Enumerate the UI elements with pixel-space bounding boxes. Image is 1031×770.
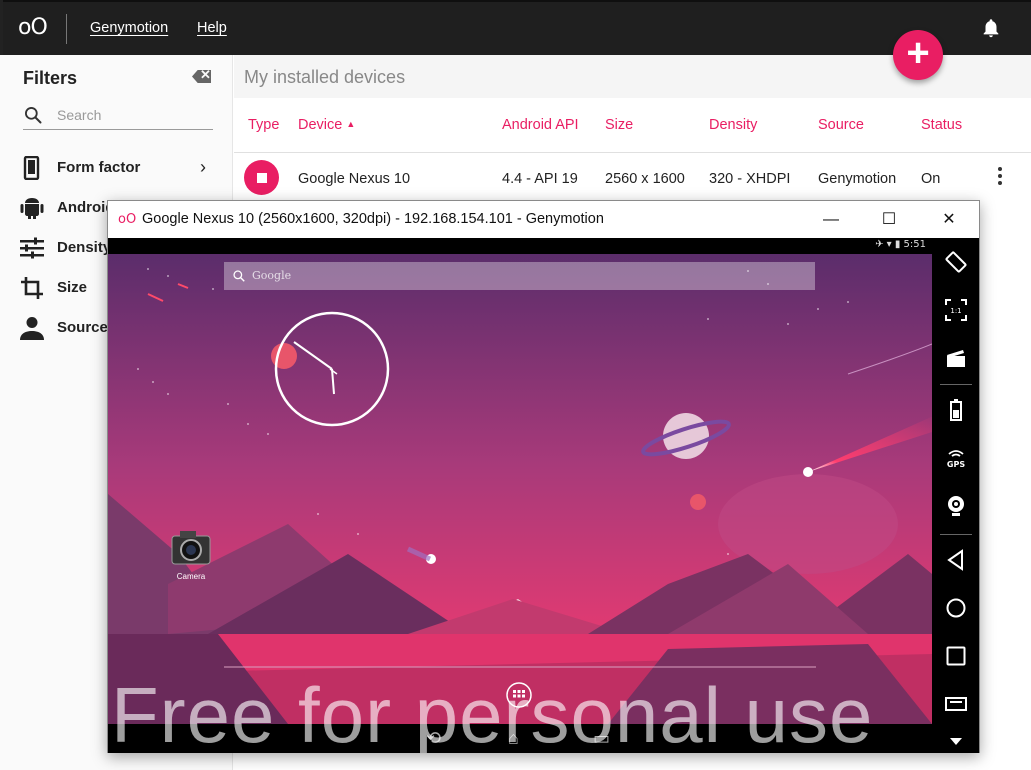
filter-form-factor[interactable]: Form factor › (18, 153, 218, 183)
device-status: On (921, 171, 941, 187)
recents-icon (946, 646, 966, 666)
screencast-icon (947, 350, 965, 367)
menu-help[interactable]: Help (197, 20, 227, 36)
camera-label: Camera (176, 572, 206, 581)
filter-label: Source (57, 319, 108, 336)
sliders-icon (20, 237, 44, 259)
scale-button[interactable]: 1:1 (932, 290, 979, 330)
filter-label: Size (57, 279, 88, 296)
device-window-titlebar[interactable]: oO Google Nexus 10 (2560x1600, 320dpi) -… (108, 201, 979, 238)
more-options-icon[interactable] (994, 167, 1006, 189)
webcam-button[interactable] (932, 486, 979, 526)
recents-button[interactable] (932, 636, 979, 676)
android-icon (20, 198, 44, 219)
clear-filters-icon[interactable]: ✕ (192, 70, 211, 83)
filter-search (23, 103, 213, 130)
sort-ascending-icon: ▲ (346, 119, 356, 129)
toolbar-divider (940, 534, 972, 535)
home-icon (946, 598, 966, 618)
gps-label: GPS (947, 460, 965, 469)
gps-icon: GPS (947, 450, 965, 469)
toolbar-divider (940, 384, 972, 385)
camera-app-icon[interactable]: Camera (168, 528, 214, 588)
google-search-text: Google (252, 269, 292, 282)
device-size: 2560 x 1600 (605, 171, 685, 187)
scale-label: 1:1 (950, 307, 961, 315)
clear-filters-label: ✕ (200, 67, 211, 82)
column-status[interactable]: Status (921, 117, 962, 133)
search-icon (233, 270, 245, 282)
column-android-api[interactable]: Android API (502, 117, 579, 133)
menu-button[interactable] (932, 684, 979, 724)
rotate-icon (945, 251, 967, 273)
more-tools-button[interactable] (932, 720, 979, 760)
menu-genymotion[interactable]: Genymotion (90, 20, 168, 36)
more-icon (950, 738, 962, 745)
android-screen[interactable]: ✈ ▾ ▮ 5:51 Google Camera ⟲ ⌂ ▭ Free for … (108, 238, 932, 753)
column-device[interactable]: Device ▲ (298, 117, 355, 133)
top-bar: oO Genymotion Help (0, 0, 1031, 55)
wallpaper-image (108, 254, 932, 724)
menu-icon (945, 697, 967, 711)
person-icon (20, 317, 44, 340)
battery-button[interactable] (932, 390, 979, 430)
filter-label: Density (57, 239, 112, 256)
minimize-button[interactable]: — (808, 201, 854, 238)
search-icon (25, 107, 42, 124)
add-device-button[interactable]: + (893, 30, 943, 80)
gps-button[interactable]: GPS (932, 438, 979, 478)
phone-icon (23, 156, 40, 180)
screencast-button[interactable] (932, 338, 979, 378)
device-name: Google Nexus 10 (298, 171, 411, 187)
webcam-icon (948, 496, 964, 516)
column-type[interactable]: Type (248, 117, 279, 133)
genymotion-app: oO Genymotion Help + Filters ✕ Form fact… (0, 0, 1031, 770)
android-status-bar: ✈ ▾ ▮ 5:51 (108, 238, 932, 254)
device-window: oO Google Nexus 10 (2560x1600, 320dpi) -… (107, 200, 980, 753)
scale-icon: 1:1 (945, 299, 967, 321)
column-device-label: Device (298, 117, 343, 133)
close-button[interactable]: ✕ (926, 201, 972, 238)
search-input[interactable] (57, 104, 207, 126)
camera-icon (171, 531, 211, 565)
device-window-logo: oO (118, 212, 137, 227)
home-button[interactable] (932, 588, 979, 628)
bell-icon[interactable] (980, 16, 1002, 40)
battery-icon (950, 399, 962, 421)
status-time: 5:51 (903, 239, 926, 250)
page-title: My installed devices (244, 67, 406, 87)
device-window-title: Google Nexus 10 (2560x1600, 320dpi) - 19… (142, 211, 604, 227)
google-search-bar[interactable]: Google (224, 262, 815, 290)
chevron-right-icon: › (200, 157, 206, 177)
devices-table-header: Type Device ▲ Android API Size Density S… (234, 98, 1031, 153)
genymotion-logo: oO (18, 15, 48, 40)
status-icons: ✈ ▾ ▮ 5:51 (875, 239, 926, 250)
device-api: 4.4 - API 19 (502, 171, 578, 187)
device-source: Genymotion (818, 171, 897, 187)
back-button[interactable] (932, 540, 979, 580)
watermark-text: Free for personal use (111, 671, 874, 753)
maximize-button[interactable]: ☐ (866, 201, 912, 238)
column-source[interactable]: Source (818, 117, 864, 133)
device-density: 320 - XHDPI (709, 171, 791, 187)
stop-device-button[interactable] (244, 160, 279, 195)
table-row[interactable]: Google Nexus 10 4.4 - API 19 2560 x 1600… (234, 154, 1031, 204)
filter-label: Form factor (57, 159, 141, 176)
filters-title: Filters (23, 68, 78, 88)
column-density[interactable]: Density (709, 117, 757, 133)
back-icon (947, 549, 963, 571)
column-size[interactable]: Size (605, 117, 633, 133)
rotate-button[interactable] (932, 242, 979, 282)
crop-icon (21, 277, 43, 299)
device-toolbar: 1:1 GPS (932, 238, 979, 753)
top-bar-divider (66, 14, 67, 44)
